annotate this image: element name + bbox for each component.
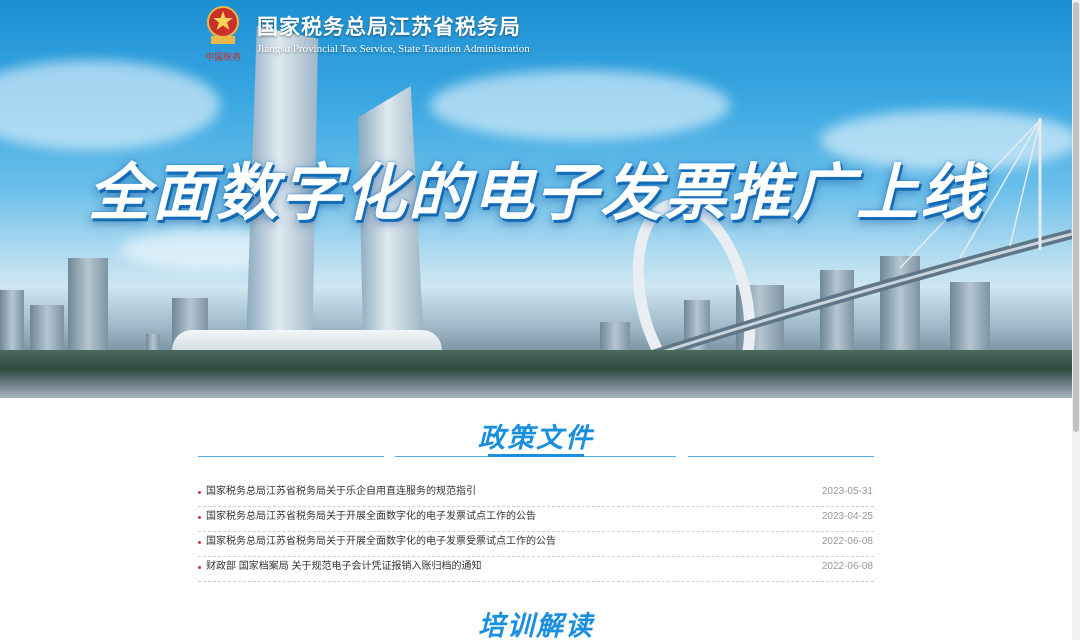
divider-right <box>688 456 874 457</box>
news-date: 2023-04-25 <box>821 511 873 522</box>
news-title-link[interactable]: 国家税务总局江苏省税务局关于开展全面数字化的电子发票试点工作的公告 <box>206 507 536 527</box>
list-item[interactable]: 财政部 国家档案局 关于规范电子会计凭证报销入账归档的通知 2022-06-08 <box>198 557 874 582</box>
news-date: 2022-06-08 <box>821 536 873 547</box>
section-title-underline <box>488 454 584 457</box>
list-item[interactable]: 国家税务总局江苏省税务局关于开展全面数字化的电子发票受票试点工作的公告 2022… <box>198 532 874 557</box>
news-date: 2022-06-08 <box>821 561 873 572</box>
scrollbar-thumb[interactable] <box>1073 2 1079 432</box>
hero-banner: 中国税务 国家税务总局江苏省税务局 Jiangsu Provincial Tax… <box>0 0 1072 398</box>
bullet-icon <box>198 516 201 519</box>
list-item[interactable]: 国家税务总局江苏省税务局关于开展全面数字化的电子发票试点工作的公告 2023-0… <box>198 507 874 532</box>
news-title-link[interactable]: 国家税务总局江苏省税务局关于开展全面数字化的电子发票受票试点工作的公告 <box>206 532 556 552</box>
riverbank <box>0 350 1072 398</box>
divider-left <box>198 456 384 457</box>
section-title-policy[interactable]: 政策文件 <box>0 416 1072 455</box>
site-title[interactable]: 国家税务总局江苏省税务局 <box>257 11 521 41</box>
page-scrollbar[interactable] <box>1072 0 1080 640</box>
bullet-icon <box>198 566 201 569</box>
section-title-training[interactable]: 培训解读 <box>0 604 1072 643</box>
bullet-icon <box>198 491 201 494</box>
bullet-icon <box>198 541 201 544</box>
news-title-link[interactable]: 财政部 国家档案局 关于规范电子会计凭证报销入账归档的通知 <box>206 557 482 577</box>
news-date: 2023-05-31 <box>821 486 873 497</box>
tax-emblem-logo[interactable]: 中国税务 <box>202 4 244 66</box>
emblem-caption: 中国税务 <box>205 51 241 63</box>
site-subtitle: Jiangsu Provincial Tax Service, State Ta… <box>257 43 530 55</box>
list-item[interactable]: 国家税务总局江苏省税务局关于乐企自用直连服务的规范指引 2023-05-31 <box>198 482 874 507</box>
banner-headline: 全面数字化的电子发票推广上线 <box>87 159 984 228</box>
news-title-link[interactable]: 国家税务总局江苏省税务局关于乐企自用直连服务的规范指引 <box>206 482 476 502</box>
policy-news-list: 国家税务总局江苏省税务局关于乐企自用直连服务的规范指引 2023-05-31 国… <box>198 482 874 582</box>
